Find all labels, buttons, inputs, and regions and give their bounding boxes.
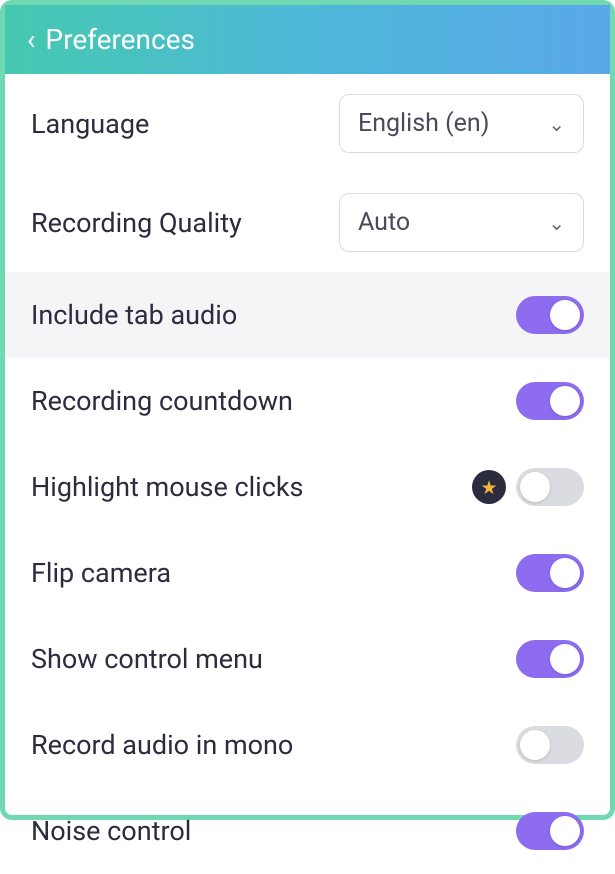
row-highlight-mouse-clicks: Highlight mouse clicks ★ [5,444,610,530]
premium-star-icon[interactable]: ★ [472,470,506,504]
row-recording-quality: Recording Quality Auto ⌄ [5,173,610,272]
row-noise-control: Noise control [5,788,610,874]
language-select[interactable]: English (en) ⌄ [339,94,584,153]
row-show-control-menu: Show control menu [5,616,610,702]
toggle-recording-countdown[interactable] [516,382,584,420]
language-value: English (en) [358,109,489,138]
recording-quality-select[interactable]: Auto ⌄ [339,193,584,252]
row-record-audio-mono: Record audio in mono [5,702,610,788]
toggle-include-tab-audio[interactable] [516,296,584,334]
row-flip-camera: Flip camera [5,530,610,616]
chevron-down-icon: ⌄ [548,211,565,235]
label-highlight-mouse-clicks: Highlight mouse clicks [31,471,303,503]
label-language: Language [31,108,149,140]
label-record-audio-mono: Record audio in mono [31,729,293,761]
toggle-show-control-menu[interactable] [516,640,584,678]
settings-list: Language English (en) ⌄ Recording Qualit… [5,74,610,874]
row-language: Language English (en) ⌄ [5,74,610,173]
toggle-flip-camera[interactable] [516,554,584,592]
back-chevron-icon: ‹ [27,26,35,54]
header-title: Preferences [45,23,195,56]
toggle-noise-control[interactable] [516,812,584,850]
preferences-header[interactable]: ‹ Preferences [5,5,610,74]
row-recording-countdown: Recording countdown [5,358,610,444]
label-recording-countdown: Recording countdown [31,385,293,417]
preferences-panel: ‹ Preferences Language English (en) ⌄ Re… [0,0,615,820]
label-show-control-menu: Show control menu [31,643,263,675]
toggle-record-audio-mono[interactable] [516,726,584,764]
label-include-tab-audio: Include tab audio [31,299,237,331]
label-flip-camera: Flip camera [31,557,171,589]
row-include-tab-audio: Include tab audio [5,272,610,358]
toggle-highlight-mouse-clicks[interactable] [516,468,584,506]
label-recording-quality: Recording Quality [31,207,242,239]
chevron-down-icon: ⌄ [548,112,565,136]
highlight-clicks-controls: ★ [472,468,584,506]
recording-quality-value: Auto [358,208,410,237]
